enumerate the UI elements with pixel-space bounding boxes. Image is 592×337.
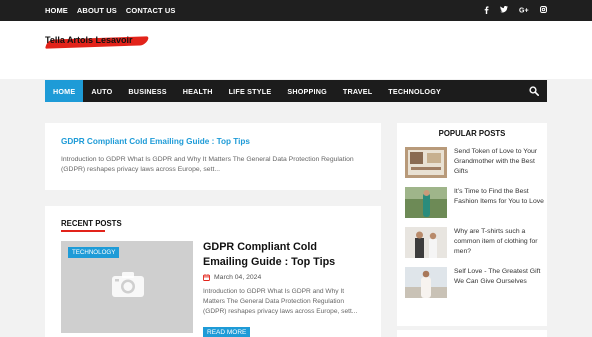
post-date-text: March 04, 2024 bbox=[214, 274, 262, 281]
top-link-about[interactable]: ABOUT US bbox=[77, 6, 117, 15]
nav-item-technology[interactable]: TECHNOLOGY bbox=[380, 80, 449, 102]
category-badge[interactable]: TECHNOLOGY bbox=[68, 247, 120, 258]
popular-post-item[interactable]: It’s Time to Find the Best Fashion Items… bbox=[405, 187, 546, 223]
popular-post-thumbnail[interactable] bbox=[405, 187, 447, 218]
main-nav: HOME AUTO BUSINESS HEALTH LIFE STYLE SHO… bbox=[45, 80, 547, 102]
google-plus-icon[interactable]: G+ bbox=[519, 6, 529, 15]
heading-underline bbox=[61, 230, 105, 232]
site-logo[interactable]: Tella Artols Lesavoir bbox=[44, 35, 150, 49]
twitter-icon[interactable] bbox=[500, 5, 508, 15]
popular-post-thumbnail[interactable] bbox=[405, 227, 447, 258]
instagram-icon[interactable] bbox=[540, 6, 547, 15]
popular-post-title[interactable]: It’s Time to Find the Best Fashion Items… bbox=[454, 187, 546, 207]
site-header: Tella Artols Lesavoir bbox=[0, 21, 592, 79]
popular-post-title[interactable]: Self Love - The Greatest Gift We Can Giv… bbox=[454, 267, 546, 287]
top-link-contact[interactable]: CONTACT US bbox=[126, 6, 176, 15]
nav-item-health[interactable]: HEALTH bbox=[175, 80, 221, 102]
svg-text:G+: G+ bbox=[519, 7, 529, 13]
popular-post-item[interactable]: Send Token of Love to Your Grandmother w… bbox=[405, 147, 543, 183]
nav-item-life-style[interactable]: LIFE STYLE bbox=[221, 80, 280, 102]
featured-post-title[interactable]: GDPR Compliant Cold Emailing Guide : Top… bbox=[61, 137, 250, 146]
nav-item-auto[interactable]: AUTO bbox=[83, 80, 120, 102]
popular-posts-widget: POPULAR POSTS Send Token of Love to Your… bbox=[397, 123, 547, 326]
recent-posts-section: RECENT POSTS TECHNOLOGY GDPR Compliant C… bbox=[45, 206, 381, 337]
social-links: G+ bbox=[473, 0, 547, 21]
recent-post-excerpt: Introduction to GDPR What Is GDPR and Wh… bbox=[203, 288, 358, 315]
calendar-icon bbox=[203, 274, 210, 281]
popular-post-item[interactable]: Self Love - The Greatest Gift We Can Giv… bbox=[405, 267, 543, 303]
popular-post-thumbnail[interactable] bbox=[405, 267, 447, 298]
nav-item-home[interactable]: HOME bbox=[45, 80, 84, 102]
read-more-button[interactable]: READ MORE bbox=[203, 327, 251, 337]
nav-item-shopping[interactable]: SHOPPING bbox=[279, 80, 335, 102]
featured-post-excerpt: Introduction to GDPR What Is GDPR and Wh… bbox=[61, 156, 354, 173]
logo-text: Tella Artols Lesavoir bbox=[45, 35, 133, 45]
popular-post-thumbnail[interactable] bbox=[405, 147, 447, 178]
top-bar: HOME ABOUT US CONTACT US G+ bbox=[0, 0, 592, 21]
featured-post-card: GDPR Compliant Cold Emailing Guide : Top… bbox=[45, 123, 381, 190]
popular-posts-heading: POPULAR POSTS bbox=[438, 129, 506, 138]
popular-post-title[interactable]: Why are T-shirts such a common item of c… bbox=[454, 227, 546, 257]
post-date: March 04, 2024 bbox=[203, 274, 261, 281]
nav-item-travel[interactable]: TRAVEL bbox=[335, 80, 380, 102]
popular-post-item[interactable]: Why are T-shirts such a common item of c… bbox=[405, 227, 543, 263]
sidebar-widget bbox=[397, 330, 547, 337]
search-icon[interactable] bbox=[529, 86, 539, 96]
top-links: HOME ABOUT US CONTACT US bbox=[45, 0, 184, 21]
top-link-home[interactable]: HOME bbox=[45, 6, 68, 15]
nav-item-business[interactable]: BUSINESS bbox=[120, 80, 174, 102]
recent-posts-heading: RECENT POSTS bbox=[61, 219, 122, 228]
facebook-icon[interactable] bbox=[484, 5, 489, 16]
camera-placeholder-icon bbox=[112, 272, 144, 297]
recent-post-title[interactable]: GDPR Compliant Cold Emailing Guide : Top… bbox=[203, 240, 363, 270]
popular-post-title[interactable]: Send Token of Love to Your Grandmother w… bbox=[454, 147, 546, 177]
